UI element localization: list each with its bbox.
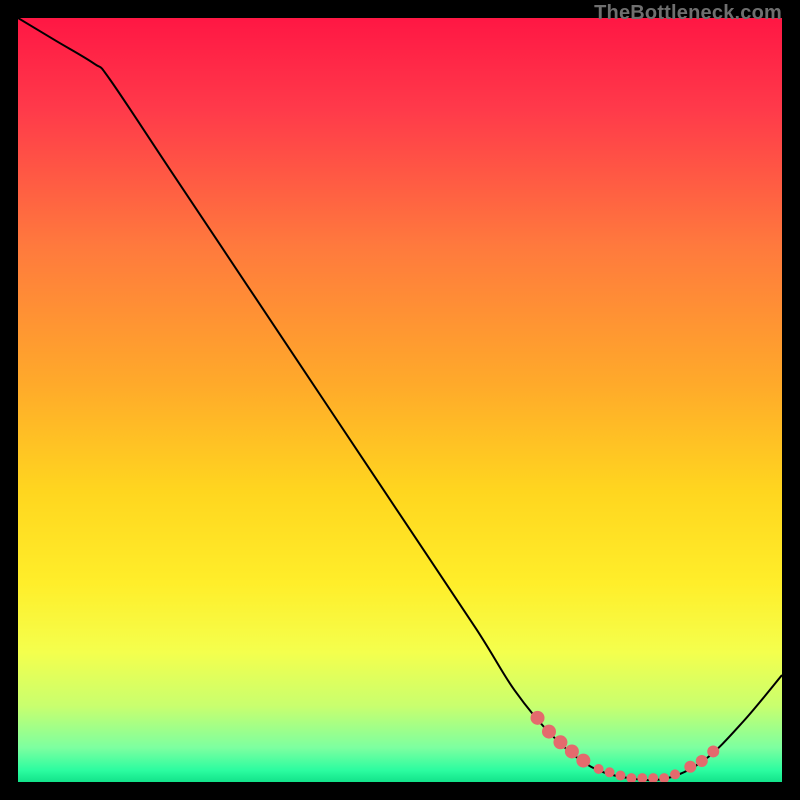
data-point	[576, 754, 590, 768]
watermark-text: TheBottleneck.com	[594, 2, 782, 25]
data-point	[696, 755, 708, 767]
data-point	[565, 744, 579, 758]
data-point	[531, 711, 545, 725]
chart-background	[18, 18, 782, 782]
data-point	[605, 767, 615, 777]
data-point	[542, 725, 556, 739]
data-point	[594, 764, 604, 774]
bottleneck-chart	[18, 18, 782, 782]
chart-stage: TheBottleneck.com	[0, 0, 800, 800]
data-point	[553, 735, 567, 749]
data-point	[670, 769, 680, 779]
data-point	[684, 761, 696, 773]
data-point	[615, 771, 625, 781]
data-point	[707, 745, 719, 757]
